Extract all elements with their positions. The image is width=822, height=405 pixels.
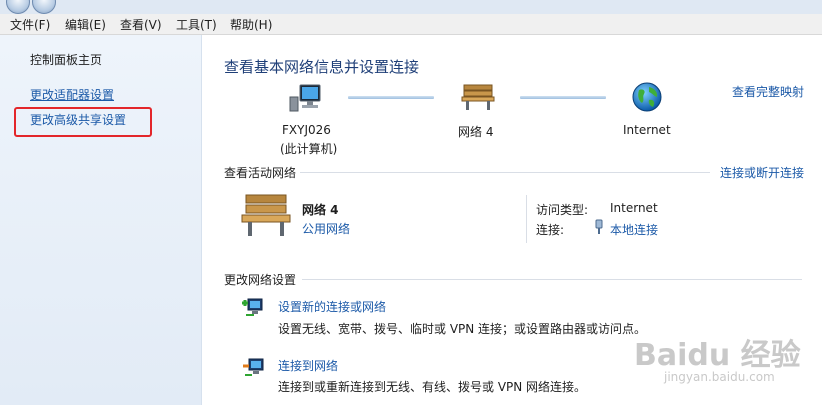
- network-type-link[interactable]: 公用网络: [302, 220, 350, 237]
- active-network-name: 网络 4: [302, 203, 339, 217]
- connection-label: 连接:: [536, 223, 565, 237]
- local-connection-link[interactable]: 本地连接: [610, 221, 658, 238]
- active-separator: [300, 172, 710, 173]
- ethernet-plug-icon: [595, 219, 603, 234]
- network-name: 网络 4: [458, 125, 494, 139]
- baidu-watermark-url: jingyan.baidu.com: [664, 370, 775, 384]
- connection-line-2: [520, 96, 606, 99]
- computer-icon: [289, 84, 321, 112]
- active-vertical-separator: [526, 195, 527, 243]
- task-connect-network-link[interactable]: 连接到网络: [278, 357, 338, 374]
- active-network-bench-icon: [241, 194, 291, 236]
- menu-edit[interactable]: 编辑(E): [65, 16, 106, 33]
- network-bench-icon: [461, 84, 495, 110]
- baidu-watermark-logo: Baidu 经验: [634, 338, 801, 373]
- new-connection-icon: [242, 298, 263, 316]
- sidebar-home-link[interactable]: 控制面板主页: [30, 51, 102, 68]
- task-new-connection-link[interactable]: 设置新的连接或网络: [278, 298, 386, 315]
- computer-name: FXYJ026: [282, 123, 331, 137]
- connection-line-1: [348, 96, 434, 99]
- task-connect-network-desc: 连接到或重新连接到无线、有线、拨号或 VPN 网络连接。: [278, 380, 587, 394]
- globe-icon: [632, 82, 662, 112]
- sidebar-item-adapter[interactable]: 更改适配器设置: [30, 86, 114, 103]
- window-title-strip: [0, 0, 822, 14]
- menu-bar: 文件(F) 编辑(E) 查看(V) 工具(T) 帮助(H): [0, 14, 822, 35]
- full-map-link[interactable]: 查看完整映射: [732, 83, 804, 100]
- page-title: 查看基本网络信息并设置连接: [224, 58, 420, 76]
- change-separator: [302, 279, 802, 280]
- menu-tools[interactable]: 工具(T): [176, 16, 217, 33]
- connect-disconnect-link[interactable]: 连接或断开连接: [720, 164, 804, 181]
- internet-label: Internet: [623, 123, 671, 137]
- change-settings-heading: 更改网络设置: [224, 273, 297, 287]
- access-type-label: 访问类型:: [536, 203, 589, 217]
- highlight-box: [14, 107, 152, 137]
- active-networks-heading: 查看活动网络: [224, 166, 297, 180]
- computer-sub: (此计算机): [280, 142, 338, 156]
- connect-network-icon: [243, 358, 264, 376]
- access-type-value: Internet: [610, 201, 658, 215]
- task-new-connection-desc: 设置无线、宽带、拨号、临时或 VPN 连接；或设置路由器或访问点。: [278, 322, 647, 336]
- menu-help[interactable]: 帮助(H): [230, 16, 272, 33]
- menu-file[interactable]: 文件(F): [10, 16, 50, 33]
- sidebar: 控制面板主页 更改适配器设置 更改高级共享设置: [0, 35, 202, 405]
- menu-view[interactable]: 查看(V): [120, 16, 162, 33]
